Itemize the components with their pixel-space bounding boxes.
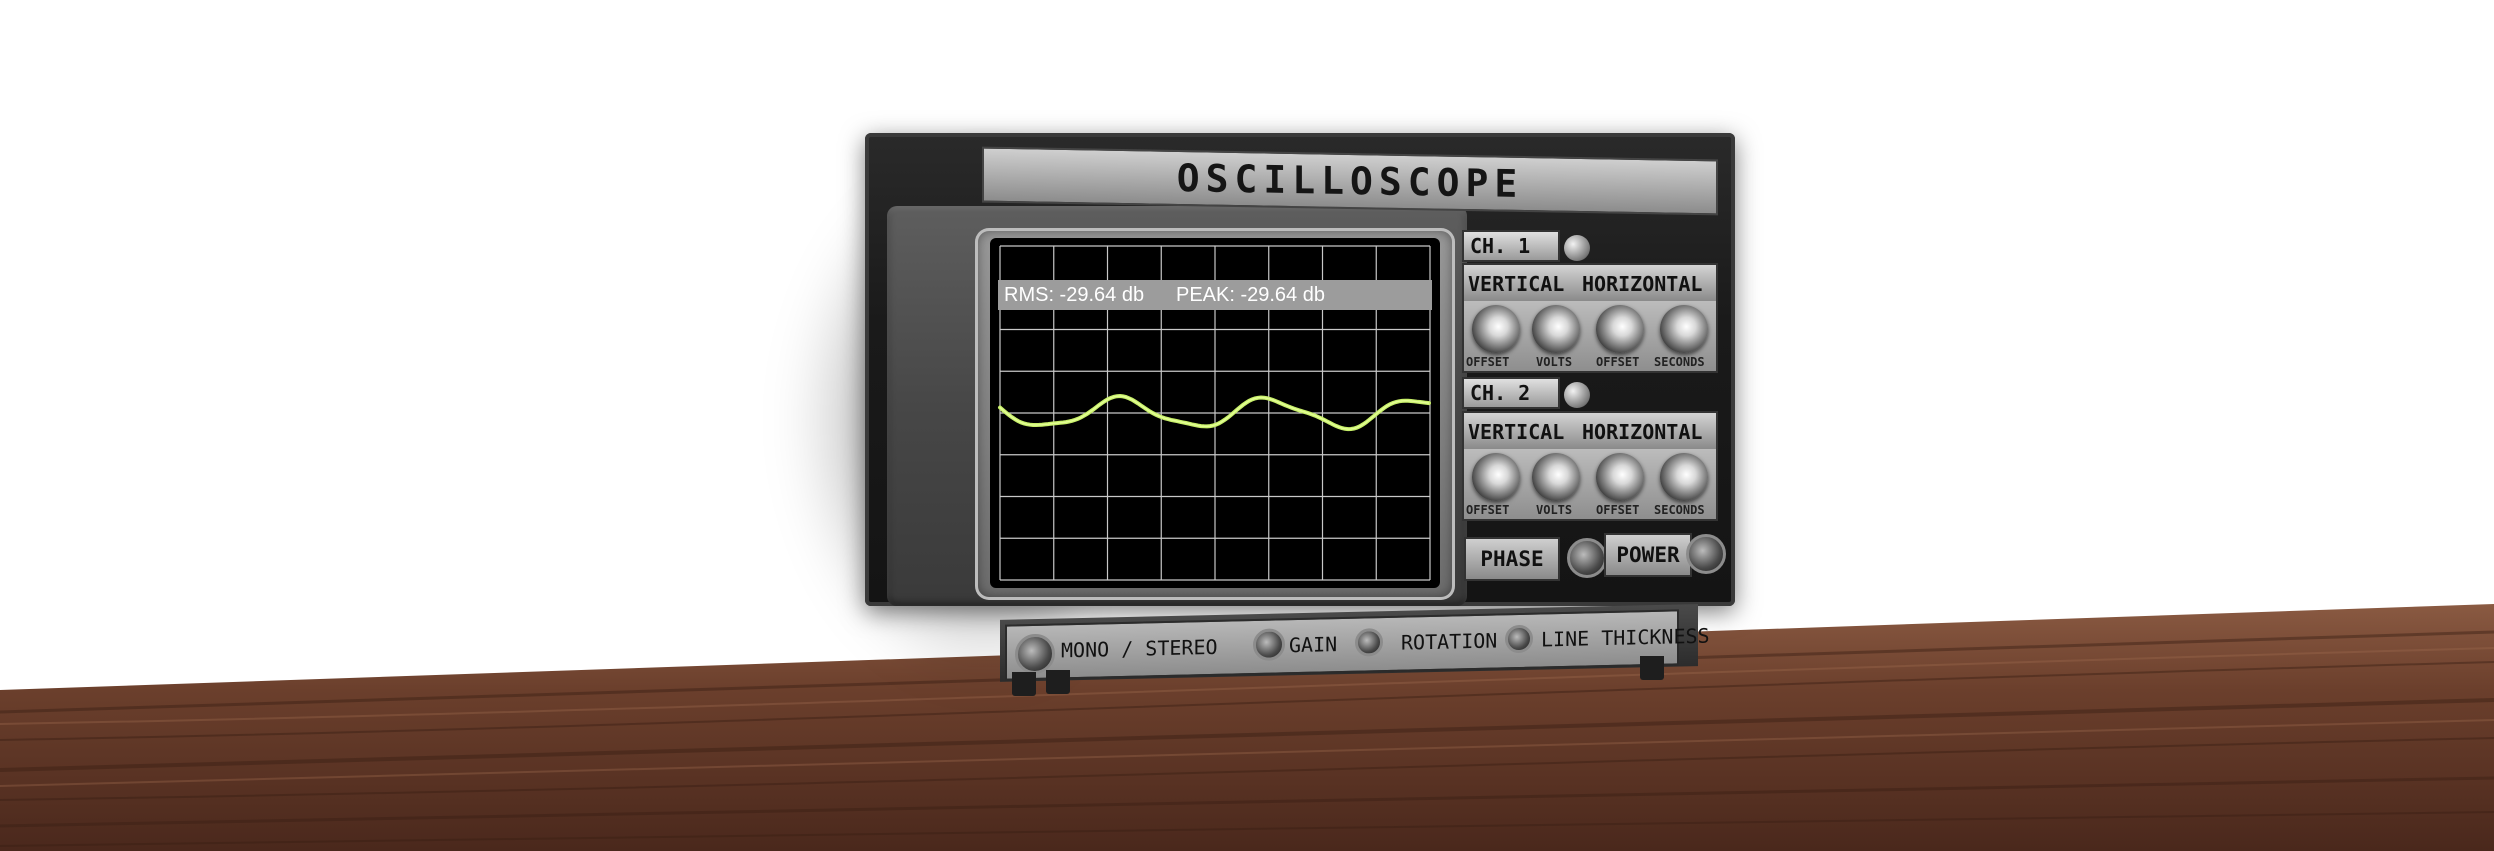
ch1-horizontal-offset-knob[interactable] [1596, 305, 1644, 353]
device-foot [1046, 670, 1070, 694]
peak-readout: PEAK: -29.64 db [1176, 284, 1325, 306]
ch1-toggle[interactable] [1564, 235, 1590, 261]
ch2-toggle[interactable] [1564, 382, 1590, 408]
ch2-vertical-volts-knob[interactable] [1532, 453, 1580, 501]
ch2-label: CH. 2 [1462, 377, 1560, 409]
device-foot [1640, 656, 1664, 680]
phase-button[interactable] [1567, 538, 1607, 578]
phase-label: PHASE [1464, 537, 1560, 581]
ch1-knob-label: VOLTS [1536, 355, 1573, 369]
mono-stereo-label: MONO / STEREO [1061, 634, 1218, 663]
level-readout-bar: RMS: -29.64 db PEAK: -29.64 db [998, 280, 1432, 310]
ch2-knob-label: SECONDS [1654, 503, 1705, 517]
ch1-section-header: VERTICAL HORIZONTAL [1462, 263, 1718, 303]
line-thickness-knob[interactable] [1505, 624, 1533, 654]
power-button[interactable] [1686, 534, 1726, 574]
ch1-knob-label: OFFSET [1596, 355, 1640, 369]
ch2-knob-label: OFFSET [1596, 503, 1640, 517]
ch1-knob-label: OFFSET [1466, 355, 1510, 369]
rotation-label: ROTATION [1401, 628, 1498, 655]
control-panel: CH. 1 VERTICAL HORIZONTAL OFFSET VOLTS O… [1462, 225, 1726, 585]
oscilloscope-screen: RMS: -29.64 db PEAK: -29.64 db [990, 238, 1440, 588]
ch1-vertical-label: VERTICAL [1468, 272, 1565, 296]
rms-readout: RMS: -29.64 db [1004, 284, 1145, 306]
ch2-horizontal-seconds-knob[interactable] [1660, 453, 1708, 501]
ch2-vertical-label: VERTICAL [1468, 420, 1565, 444]
ch1-vertical-volts-knob[interactable] [1532, 305, 1580, 353]
ch1-knob-row: OFFSET VOLTS OFFSET SECONDS [1462, 301, 1718, 373]
rotation-knob[interactable] [1355, 628, 1383, 657]
ch1-knob-label: SECONDS [1654, 355, 1705, 369]
gain-knob[interactable] [1253, 628, 1285, 662]
ch2-knob-label: VOLTS [1536, 503, 1573, 517]
line-thickness-label: LINE THICKNESS [1541, 623, 1710, 652]
ch2-vertical-offset-knob[interactable] [1472, 453, 1520, 501]
ch1-label: CH. 1 [1462, 230, 1560, 262]
gain-label: GAIN [1289, 632, 1338, 658]
ch2-horizontal-offset-knob[interactable] [1596, 453, 1644, 501]
ch1-vertical-offset-knob[interactable] [1472, 305, 1520, 353]
ch2-section-header: VERTICAL HORIZONTAL [1462, 411, 1718, 451]
power-label: POWER [1604, 533, 1692, 577]
ch2-knob-row: OFFSET VOLTS OFFSET SECONDS [1462, 449, 1718, 521]
ch1-horizontal-label: HORIZONTAL [1582, 272, 1703, 296]
ch2-horizontal-label: HORIZONTAL [1582, 420, 1703, 444]
ch2-knob-label: OFFSET [1466, 503, 1510, 517]
ch1-horizontal-seconds-knob[interactable] [1660, 305, 1708, 353]
device-foot [1012, 672, 1036, 696]
mono-stereo-knob[interactable] [1015, 633, 1055, 675]
